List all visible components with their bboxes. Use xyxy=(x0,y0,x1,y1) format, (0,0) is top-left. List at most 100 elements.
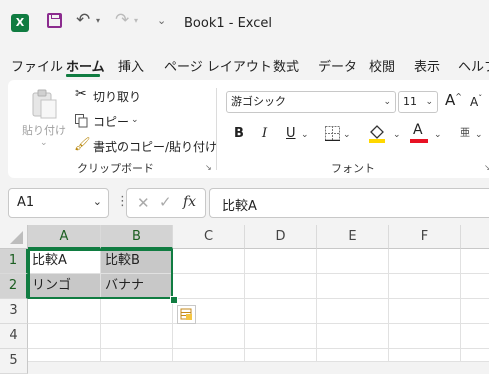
cell-c2[interactable] xyxy=(173,274,245,299)
column-header-b[interactable]: B xyxy=(101,225,173,249)
font-name-select[interactable]: 游ゴシック ⌄ xyxy=(226,91,396,113)
quick-analysis-icon xyxy=(180,308,192,320)
tab-help[interactable]: ヘルプ xyxy=(458,56,489,75)
shrink-font-button[interactable]: Aˇ xyxy=(470,94,482,109)
formula-content: 比較A xyxy=(222,199,257,214)
cell-a3[interactable] xyxy=(28,299,101,324)
cell-g4[interactable] xyxy=(461,324,489,349)
cell-e4[interactable] xyxy=(317,324,389,349)
cancel-icon[interactable]: ✕ xyxy=(137,194,150,212)
cell-d5[interactable] xyxy=(245,349,317,362)
underline-dropdown-icon[interactable]: ⌄ xyxy=(301,130,309,140)
scissors-icon: ✂ xyxy=(75,86,87,102)
row-header-1[interactable]: 1 xyxy=(0,249,28,274)
cell-f3[interactable] xyxy=(389,299,461,324)
cell-d1[interactable] xyxy=(245,249,317,274)
borders-icon[interactable] xyxy=(325,126,340,142)
undo-icon[interactable]: ↶ xyxy=(76,10,90,30)
cell-c4[interactable] xyxy=(173,324,245,349)
phonetic-guide-button[interactable]: 亜 xyxy=(460,124,470,139)
excel-logo-icon: X xyxy=(11,14,29,32)
font-size-select[interactable]: 11 ⌄ xyxy=(398,91,438,113)
font-group-label: フォント xyxy=(331,162,375,175)
paste-button[interactable] xyxy=(27,88,59,120)
cell-f5[interactable] xyxy=(389,349,461,362)
selection-border xyxy=(28,249,173,299)
font-color-dropdown-icon[interactable]: ⌄ xyxy=(434,130,442,140)
customize-qat-icon[interactable]: ⌄ xyxy=(157,14,166,27)
grow-font-button[interactable]: A^ xyxy=(445,91,462,109)
tab-insert[interactable]: 挿入 xyxy=(118,56,144,75)
column-header-d[interactable]: D xyxy=(245,225,317,249)
fill-color-dropdown-icon[interactable]: ⌄ xyxy=(393,130,401,140)
bold-button[interactable]: B xyxy=(234,126,244,141)
row-header-2[interactable]: 2 xyxy=(0,274,28,299)
active-tab-indicator xyxy=(66,74,100,77)
font-color-letter: A xyxy=(413,122,423,138)
cell-c5[interactable] xyxy=(173,349,245,362)
tab-page-layout[interactable]: ページ レイアウト xyxy=(164,56,272,75)
cell-e5[interactable] xyxy=(317,349,389,362)
row-header-3[interactable]: 3 xyxy=(0,299,28,324)
column-header-a[interactable]: A xyxy=(28,225,101,249)
column-header-c[interactable]: C xyxy=(173,225,245,249)
copy-dropdown-icon[interactable]: ⌄ xyxy=(131,115,139,125)
cell-c1[interactable] xyxy=(173,249,245,274)
clipboard-launcher-icon[interactable]: ↘ xyxy=(205,163,212,172)
cell-e3[interactable] xyxy=(317,299,389,324)
redo-icon[interactable]: ↷ xyxy=(115,10,129,30)
fill-color-button[interactable] xyxy=(368,123,386,143)
redo-dropdown-icon[interactable]: ▾ xyxy=(134,16,138,25)
tab-data[interactable]: データ xyxy=(318,56,357,75)
quick-analysis-button[interactable] xyxy=(177,305,196,324)
name-box[interactable]: A1 ⌄ xyxy=(8,188,109,218)
insert-function-button[interactable]: fx xyxy=(183,194,196,210)
cell-d3[interactable] xyxy=(245,299,317,324)
phonetic-dropdown-icon[interactable]: ⌄ xyxy=(475,130,483,140)
paste-dropdown-icon[interactable]: ⌄ xyxy=(40,138,48,148)
font-launcher-icon[interactable]: ↘ xyxy=(484,163,489,172)
cell-a5[interactable] xyxy=(28,349,101,362)
cell-e1[interactable] xyxy=(317,249,389,274)
enter-check-icon[interactable]: ✓ xyxy=(159,193,172,211)
copy-button[interactable]: コピー xyxy=(93,113,129,130)
column-header-f[interactable]: F xyxy=(389,225,461,249)
select-all-button[interactable] xyxy=(0,225,28,249)
fill-handle[interactable] xyxy=(170,296,178,304)
borders-dropdown-icon[interactable]: ⌄ xyxy=(343,130,351,140)
column-header-next[interactable] xyxy=(461,225,489,249)
cell-g5[interactable] xyxy=(461,349,489,362)
cell-b3[interactable] xyxy=(101,299,173,324)
format-painter-button[interactable]: 書式のコピー/貼り付け xyxy=(93,138,217,155)
tab-view[interactable]: 表示 xyxy=(414,56,440,75)
cell-a4[interactable] xyxy=(28,324,101,349)
format-painter-icon: 🖌 xyxy=(74,137,91,152)
italic-button[interactable]: I xyxy=(262,126,267,141)
chevron-down-icon: ⌄ xyxy=(92,195,102,208)
underline-button[interactable]: U xyxy=(286,126,296,141)
cell-e2[interactable] xyxy=(317,274,389,299)
cell-g1[interactable] xyxy=(461,249,489,274)
cut-button[interactable]: 切り取り xyxy=(93,88,141,105)
cell-b5[interactable] xyxy=(101,349,173,362)
ribbon-separator xyxy=(216,88,217,170)
cell-b4[interactable] xyxy=(101,324,173,349)
cell-f1[interactable] xyxy=(389,249,461,274)
row-header-4[interactable]: 4 xyxy=(0,324,28,349)
undo-dropdown-icon[interactable]: ▾ xyxy=(96,16,100,25)
cell-d4[interactable] xyxy=(245,324,317,349)
cell-f4[interactable] xyxy=(389,324,461,349)
formula-input[interactable]: 比較A xyxy=(209,188,489,218)
tab-formulas[interactable]: 数式 xyxy=(273,56,299,75)
tab-file[interactable]: ファイル xyxy=(11,56,63,75)
column-header-e[interactable]: E xyxy=(317,225,389,249)
cell-g3[interactable] xyxy=(461,299,489,324)
save-icon[interactable] xyxy=(47,13,62,28)
font-color-button[interactable]: A xyxy=(410,122,428,144)
cell-g2[interactable] xyxy=(461,274,489,299)
chevron-down-icon: ⌄ xyxy=(425,97,433,107)
cell-f2[interactable] xyxy=(389,274,461,299)
tab-home[interactable]: ホーム xyxy=(66,56,105,75)
tab-review[interactable]: 校閲 xyxy=(369,56,395,75)
cell-d2[interactable] xyxy=(245,274,317,299)
